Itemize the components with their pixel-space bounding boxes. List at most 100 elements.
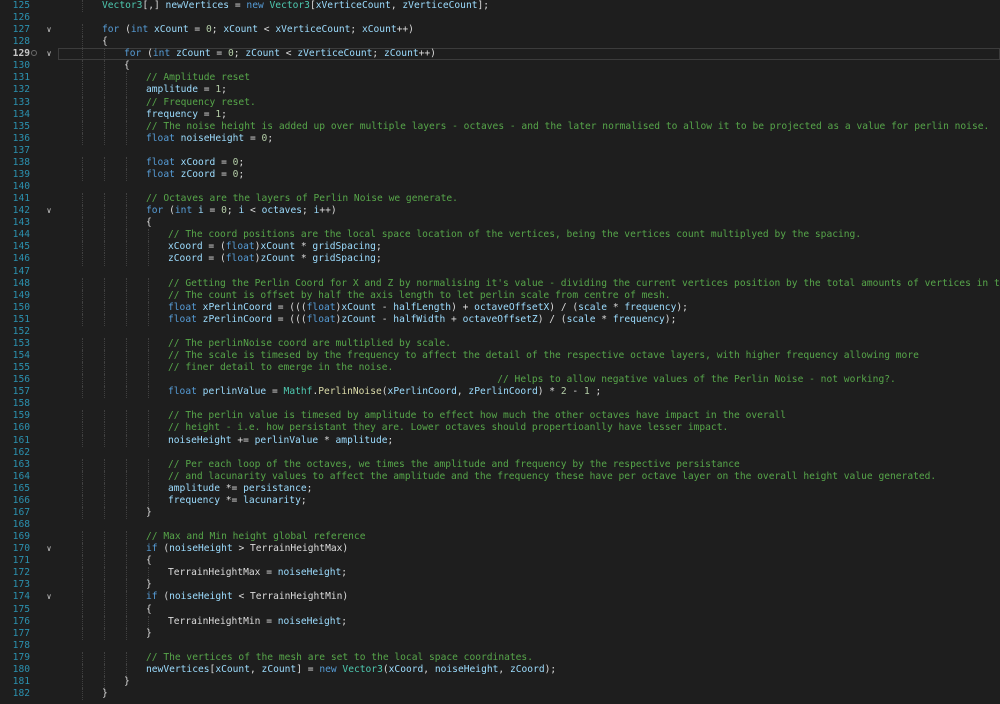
code-line[interactable]: 143 { xyxy=(0,217,1000,230)
code-text-area[interactable] xyxy=(58,640,1000,652)
code-text-area[interactable]: zCoord = (float)zCount * gridSpacing; xyxy=(58,253,1000,266)
code-line[interactable]: 159 // The perlin value is timesed by amp… xyxy=(0,410,1000,423)
code-line[interactable]: 164 // and lacunarity values to affect th… xyxy=(0,470,1000,483)
code-line[interactable]: 181} xyxy=(0,675,1000,688)
code-text-area[interactable]: } xyxy=(58,579,1000,592)
code-line[interactable]: 125 Vector3[,] newVertices = new Vector3[… xyxy=(0,0,1000,13)
code-text-area[interactable]: // height - i.e. how persistant they are… xyxy=(58,422,1000,435)
fold-chevron-icon[interactable]: ∨ xyxy=(44,543,54,555)
code-text-area[interactable] xyxy=(58,398,1000,410)
code-line[interactable]: 154 // The scale is timesed by the freque… xyxy=(0,350,1000,363)
code-line[interactable]: 135 // The noise height is added up over … xyxy=(0,120,1000,133)
code-line[interactable]: 166 frequency *= lacunarity; xyxy=(0,494,1000,507)
code-line[interactable]: 160 // height - i.e. how persistant they … xyxy=(0,422,1000,435)
code-text-area[interactable]: for (int i = 0; i < octaves; i++) xyxy=(58,205,1000,218)
code-line[interactable]: 155 // finer detail to emerge in the nois… xyxy=(0,362,1000,375)
code-text-area[interactable]: // The perlin value is timesed by amplit… xyxy=(58,410,1000,423)
code-text-area[interactable]: Vector3[,] newVertices = new Vector3[xVe… xyxy=(58,0,1000,13)
code-line[interactable]: 156 // Helps to allow negative values of… xyxy=(0,374,1000,387)
code-text-area[interactable]: } xyxy=(58,506,1000,519)
code-text-area[interactable]: // Frequency reset. xyxy=(58,96,1000,109)
code-line[interactable]: 136 float noiseHeight = 0; xyxy=(0,132,1000,145)
code-line[interactable]: 157 float perlinValue = Mathf.PerlinNoise… xyxy=(0,386,1000,399)
code-line[interactable]: 128 { xyxy=(0,36,1000,49)
code-line[interactable]: 165 amplitude *= persistance; xyxy=(0,482,1000,495)
code-text-area[interactable]: // Max and Min height global reference xyxy=(58,531,1000,544)
code-text-area[interactable] xyxy=(58,145,1000,157)
code-text-area[interactable]: float noiseHeight = 0; xyxy=(58,132,1000,145)
code-line[interactable]: 137 xyxy=(0,145,1000,157)
code-line[interactable]: 146 zCoord = (float)zCount * gridSpacing; xyxy=(0,253,1000,266)
code-text-area[interactable]: // The perlinNoise coord are multiplied … xyxy=(58,337,1000,351)
code-line[interactable]: 145 xCoord = (float)xCount * gridSpacing; xyxy=(0,241,1000,254)
code-text-area[interactable]: } xyxy=(58,627,1000,640)
code-line[interactable]: 129 ∨ for (int zCount = 0; zCount < zVerti… xyxy=(0,48,1000,61)
code-line[interactable]: 158 xyxy=(0,398,1000,410)
code-text-area[interactable]: float perlinValue = Mathf.PerlinNoise(xP… xyxy=(58,386,1000,399)
code-line[interactable]: 172 TerrainHeightMax = noiseHeight; xyxy=(0,567,1000,580)
code-text-area[interactable]: if (noiseHeight < TerrainHeightMin) xyxy=(58,591,1000,604)
code-line[interactable]: 182} xyxy=(0,687,1000,701)
code-line[interactable]: 178 xyxy=(0,640,1000,652)
code-text-area[interactable]: // Getting the Perlin Coord for X and Z … xyxy=(58,277,1000,290)
code-line[interactable]: 180 newVertices[xCount, zCount] = new Vec… xyxy=(0,663,1000,676)
code-text-area[interactable]: // Helps to allow negative values of the… xyxy=(58,374,1000,387)
code-text-area[interactable]: // and lacunarity values to affect the a… xyxy=(58,470,1000,483)
code-text-area[interactable]: // The noise height is added up over mul… xyxy=(58,120,1000,133)
code-text-area[interactable]: float zPerlinCoord = (((float)zCount - h… xyxy=(58,313,1000,326)
code-text-area[interactable]: amplitude = 1; xyxy=(58,84,1000,97)
code-text-area[interactable] xyxy=(58,326,1000,338)
code-line[interactable]: 161 noiseHeight += perlinValue * amplitud… xyxy=(0,434,1000,447)
code-text-area[interactable]: { xyxy=(58,36,1000,49)
code-line[interactable]: 131 // Amplitude reset xyxy=(0,72,1000,85)
code-editor[interactable]: 125 Vector3[,] newVertices = new Vector3[… xyxy=(0,0,1000,704)
fold-chevron-icon[interactable]: ∨ xyxy=(44,48,54,60)
code-text-area[interactable]: xCoord = (float)xCount * gridSpacing; xyxy=(58,241,1000,254)
code-line[interactable]: 171 { xyxy=(0,555,1000,568)
code-text-area[interactable]: } xyxy=(58,675,1000,688)
code-text-area[interactable]: if (noiseHeight > TerrainHeightMax) xyxy=(58,543,1000,556)
code-text-area[interactable]: amplitude *= persistance; xyxy=(58,482,1000,495)
code-line[interactable]: 174 ∨ if (noiseHeight < TerrainHeightMin) xyxy=(0,591,1000,604)
code-line[interactable]: 175 { xyxy=(0,603,1000,616)
code-line[interactable]: 148 // Getting the Perlin Coord for X and… xyxy=(0,277,1000,290)
code-text-area[interactable]: { xyxy=(58,60,1000,73)
code-line[interactable]: 139 float zCoord = 0; xyxy=(0,168,1000,182)
code-line[interactable]: 142 ∨ for (int i = 0; i < octaves; i++) xyxy=(0,205,1000,218)
code-text-area[interactable]: TerrainHeightMin = noiseHeight; xyxy=(58,615,1000,628)
code-text-area[interactable]: // The coord positions are the local spa… xyxy=(58,229,1000,242)
fold-chevron-icon[interactable]: ∨ xyxy=(44,205,54,217)
code-line[interactable]: 134 frequency = 1; xyxy=(0,108,1000,121)
code-line[interactable]: 133 // Frequency reset. xyxy=(0,96,1000,109)
code-line[interactable]: 150 float xPerlinCoord = (((float)xCount … xyxy=(0,301,1000,314)
code-line[interactable]: 170 ∨ if (noiseHeight > TerrainHeightMax) xyxy=(0,543,1000,556)
code-line[interactable]: 130 { xyxy=(0,60,1000,73)
code-line[interactable]: 149 // The count is offset by half the ax… xyxy=(0,289,1000,302)
code-line[interactable]: 140 xyxy=(0,181,1000,193)
fold-chevron-icon[interactable]: ∨ xyxy=(44,591,54,603)
code-line[interactable]: 176 TerrainHeightMin = noiseHeight; xyxy=(0,615,1000,628)
code-text-area[interactable]: newVertices[xCount, zCount] = new Vector… xyxy=(58,663,1000,676)
code-text-area[interactable]: // finer detail to emerge in the noise. xyxy=(58,362,1000,375)
code-text-area[interactable]: noiseHeight += perlinValue * amplitude; xyxy=(58,434,1000,447)
code-line[interactable]: 177} xyxy=(0,627,1000,640)
code-text-area[interactable]: for (int zCount = 0; zCount < zVerticeCo… xyxy=(58,48,1000,61)
code-line[interactable]: 167} xyxy=(0,506,1000,519)
code-line[interactable]: 138 float xCoord = 0; xyxy=(0,156,1000,169)
code-line[interactable]: 132 amplitude = 1; xyxy=(0,84,1000,97)
code-text-area[interactable] xyxy=(58,519,1000,531)
code-text-area[interactable]: // The count is offset by half the axis … xyxy=(58,289,1000,302)
code-text-area[interactable]: float xPerlinCoord = (((float)xCount - h… xyxy=(58,301,1000,314)
code-line[interactable]: 152 xyxy=(0,326,1000,338)
code-text-area[interactable] xyxy=(58,447,1000,459)
code-line[interactable]: 144 // The coord positions are the local … xyxy=(0,229,1000,242)
code-text-area[interactable]: float xCoord = 0; xyxy=(58,156,1000,169)
code-line[interactable]: 153 // The perlinNoise coord are multipli… xyxy=(0,337,1000,351)
code-text-area[interactable]: float zCoord = 0; xyxy=(58,168,1000,182)
code-text-area[interactable]: // The vertices of the mesh are set to t… xyxy=(58,651,1000,664)
code-line[interactable]: 151 float zPerlinCoord = (((float)zCount … xyxy=(0,313,1000,326)
code-text-area[interactable]: frequency = 1; xyxy=(58,108,1000,121)
code-text-area[interactable]: for (int xCount = 0; xCount < xVerticeCo… xyxy=(58,24,1000,37)
code-text-area[interactable]: { xyxy=(58,603,1000,616)
code-text-area[interactable] xyxy=(58,12,1000,24)
